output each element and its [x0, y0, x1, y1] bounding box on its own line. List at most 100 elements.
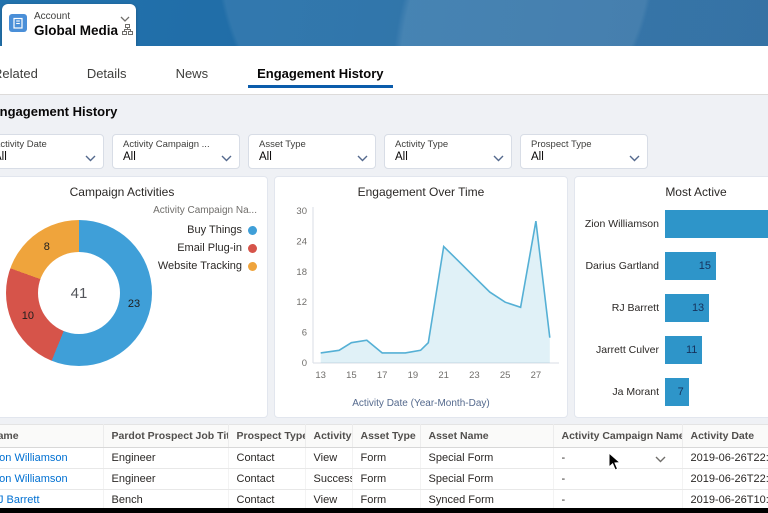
donut-slice-value: 10	[21, 309, 35, 322]
filter-dropdown[interactable]: Prospect Type All	[520, 134, 648, 169]
filter-dropdown[interactable]: Activity Campaign ... All	[112, 134, 240, 169]
column-header[interactable]: Name	[0, 424, 104, 448]
filter-label: Asset Type	[259, 139, 306, 150]
column-header[interactable]: Activity Date	[682, 424, 768, 448]
bar[interactable]: 7	[665, 378, 689, 406]
column-header[interactable]: Asset Name	[420, 424, 554, 448]
svg-text:23: 23	[469, 370, 480, 381]
filter-label: Activity Type	[395, 139, 449, 150]
filter-dropdown[interactable]: Activity Type All	[384, 134, 512, 169]
filter-bar: Activity DateAllActivity Campaign ...All…	[0, 134, 648, 169]
chevron-down-icon[interactable]	[655, 454, 666, 466]
column-header[interactable]: Prospect Type	[228, 424, 306, 448]
record-title: Global Media	[34, 22, 119, 38]
tab-related[interactable]: Related	[0, 66, 41, 94]
most-active-rows: Zion Williamson Darius Gartland 15 RJ Barre…	[575, 203, 768, 413]
legend-swatch-icon	[248, 243, 257, 253]
chart-title: Most Active	[665, 185, 727, 199]
donut-total: 41	[70, 284, 88, 302]
record-tab-bar: Related Details News Engagement History	[0, 46, 768, 95]
bar-category-label: RJ Barrett	[611, 302, 659, 314]
app-window: Account Global Media Related Details News E…	[0, 0, 768, 513]
global-header: Account Global Media	[0, 0, 768, 46]
most-active-panel: Most Active Zion Williamson Darius Gartla…	[574, 176, 768, 418]
table-cell: Special Form	[420, 447, 554, 469]
most-active-row: Jarrett Culver 11	[575, 329, 768, 371]
bar[interactable]	[665, 210, 768, 238]
donut-slice-value: 8	[43, 241, 50, 254]
chart-title: Engagement Over Time	[357, 185, 485, 199]
bar-category-label: Zion Williamson	[584, 218, 659, 230]
table-cell: Engineer	[103, 468, 229, 490]
svg-text:24: 24	[296, 236, 307, 247]
engagement-table: NamePardot Prospect Job TitleProspect Ty…	[0, 424, 768, 511]
filter-dropdown[interactable]: Activity DateAll	[0, 134, 104, 169]
bar-category-label: Jarrett Culver	[595, 344, 659, 356]
filter-value: All	[531, 151, 544, 163]
table-cell: -	[553, 447, 683, 469]
table-cell: Success	[305, 468, 353, 490]
engagement-chart[interactable]: 0 6 12 18 24 30 13 15 17 19 21 23 25 27	[275, 201, 569, 391]
donut-slice-value: 23	[127, 297, 141, 310]
table-cell: 2019-06-26T22:27:0	[682, 468, 768, 490]
account-nav-tab[interactable]: Account Global Media	[2, 4, 136, 46]
chevron-down-icon	[493, 149, 504, 167]
table-cell: Form	[352, 447, 421, 469]
svg-text:6: 6	[302, 328, 307, 339]
tab-engagement-history[interactable]: Engagement History	[248, 66, 393, 94]
bar-value-label: 7	[677, 386, 684, 398]
campaign-activities-panel: Campaign Activities 41 23 10 8 Activity Ca…	[0, 176, 268, 418]
page-title: Engagement History	[0, 104, 118, 119]
bar-value-label: 11	[685, 344, 698, 356]
bar[interactable]: 15	[665, 252, 716, 280]
x-axis-label: Activity Date (Year-Month-Day)	[352, 398, 490, 409]
table-cell: -	[553, 468, 683, 490]
column-header[interactable]: Activity Campaign Name	[553, 424, 683, 448]
bar-value-label: 13	[691, 302, 705, 314]
table-cell: Engineer	[103, 447, 229, 469]
svg-text:0: 0	[302, 358, 307, 369]
table-cell: Zion Williamson	[0, 468, 104, 490]
record-link[interactable]: Zion Williamson	[0, 473, 68, 485]
record-link[interactable]: RJ Barrett	[0, 494, 40, 506]
donut-chart[interactable]: 41 23 10 8	[6, 220, 152, 366]
tab-news[interactable]: News	[173, 66, 212, 94]
most-active-row: Ja Morant 7	[575, 371, 768, 413]
table-body: Zion Williamson EngineerContactViewFormSp…	[0, 447, 768, 511]
filter-value: All	[0, 151, 7, 163]
bar[interactable]: 11	[665, 336, 703, 364]
legend-swatch-icon	[248, 261, 257, 271]
column-header[interactable]: Pardot Prospect Job Title	[103, 424, 229, 448]
entity-type-label: Account	[34, 11, 71, 23]
svg-text:17: 17	[377, 370, 388, 381]
table-cell: Contact	[228, 447, 306, 469]
svg-text:18: 18	[296, 267, 307, 278]
filter-label: Activity Campaign ...	[123, 139, 210, 150]
column-header[interactable]: Asset Type	[352, 424, 421, 448]
bar[interactable]: 13	[665, 294, 710, 322]
filter-value: All	[123, 151, 136, 163]
legend-title: Activity Campaign Na...	[153, 205, 257, 216]
table-cell: Form	[352, 468, 421, 490]
filter-label: Activity Date	[0, 139, 47, 150]
account-icon	[9, 13, 27, 37]
column-header[interactable]: Activity	[305, 424, 353, 448]
table-row[interactable]: Zion Williamson EngineerContactViewFormSp…	[0, 447, 768, 469]
table-header-row: NamePardot Prospect Job TitleProspect Ty…	[0, 424, 768, 448]
record-link[interactable]: Zion Williamson	[0, 452, 68, 464]
chevron-down-icon	[85, 149, 96, 167]
legend-label: Website Tracking	[157, 260, 242, 272]
chevron-down-icon[interactable]	[120, 9, 130, 27]
table-cell: View	[305, 447, 353, 469]
table-row[interactable]: Zion Williamson EngineerContactSuccessFor…	[0, 468, 768, 490]
tab-details[interactable]: Details	[84, 66, 130, 94]
svg-text:15: 15	[346, 370, 357, 381]
filter-dropdown[interactable]: Asset Type All	[248, 134, 376, 169]
svg-text:13: 13	[315, 370, 326, 381]
chart-title: Campaign Activities	[69, 185, 175, 199]
engagement-over-time-panel: Engagement Over Time 0 6 12 18 24 30 13 15 17 19 2…	[274, 176, 568, 418]
chevron-down-icon	[357, 149, 368, 167]
table-cell: Special Form	[420, 468, 554, 490]
svg-text:25: 25	[500, 370, 511, 381]
svg-text:27: 27	[531, 370, 542, 381]
